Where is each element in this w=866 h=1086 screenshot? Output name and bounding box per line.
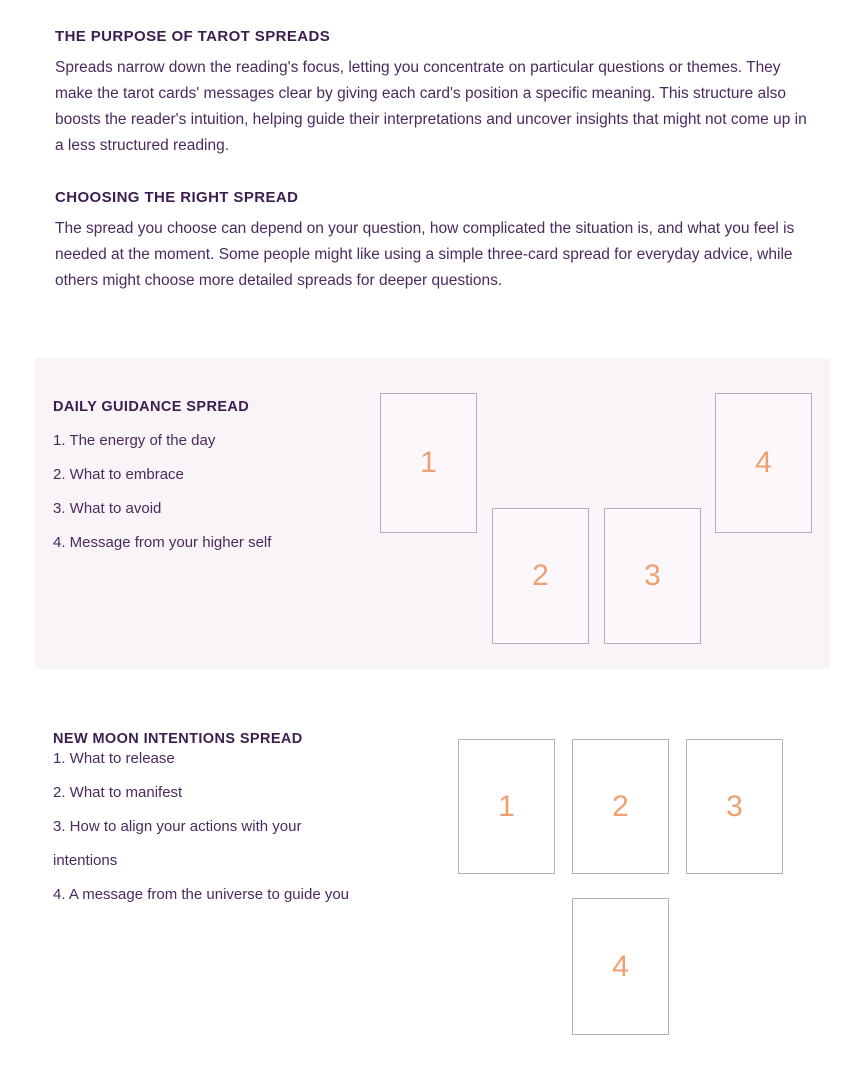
spread-position-item: 4. Message from your higher self (53, 534, 272, 551)
tarot-card-number: 4 (755, 446, 772, 479)
spread-position-item: 4. A message from the universe to guide … (53, 886, 350, 903)
tarot-card-number: 2 (532, 559, 549, 592)
tarot-card-slot-2[interactable]: 2 (572, 739, 669, 874)
tarot-card-slot-1[interactable]: 1 (380, 393, 477, 533)
spread-section-new-moon-intentions: NEW MOON INTENTIONS SPREAD 1. What to re… (35, 690, 830, 1070)
intro-text-block: THE PURPOSE OF TAROT SPREADS Spreads nar… (55, 28, 815, 294)
tarot-card-slot-4[interactable]: 4 (572, 898, 669, 1035)
spread-position-item: 2. What to manifest (53, 784, 183, 801)
tarot-card-slot-3[interactable]: 3 (686, 739, 783, 874)
spread-position-item: 3. How to align your actions with your i… (53, 818, 302, 869)
spread-position-item: 1. The energy of the day (53, 432, 216, 449)
spread-position-item: 3. What to avoid (53, 500, 162, 517)
tarot-card-number: 2 (612, 789, 629, 823)
section-heading-purpose: THE PURPOSE OF TAROT SPREADS (55, 28, 331, 45)
section-paragraph-purpose: Spreads narrow down the reading's focus,… (55, 59, 807, 154)
spread-position-item: 2. What to embrace (53, 466, 184, 483)
tarot-card-number: 3 (644, 559, 661, 592)
spread-position-list-daily-guidance: 1. The energy of the day 2. What to embr… (53, 424, 353, 560)
tarot-card-number: 4 (612, 949, 629, 983)
section-heading-choosing: CHOOSING THE RIGHT SPREAD (55, 189, 299, 206)
tarot-card-slot-4[interactable]: 4 (715, 393, 812, 533)
tarot-card-slot-2[interactable]: 2 (492, 508, 589, 644)
spread-position-item: 1. What to release (53, 750, 175, 767)
tarot-card-number: 1 (498, 789, 515, 823)
spread-title-daily-guidance: DAILY GUIDANCE SPREAD (53, 398, 250, 415)
document-page: THE PURPOSE OF TAROT SPREADS Spreads nar… (0, 0, 866, 1086)
tarot-card-slot-3[interactable]: 3 (604, 508, 701, 644)
tarot-card-number: 3 (726, 789, 743, 823)
tarot-card-slot-1[interactable]: 1 (458, 739, 555, 874)
spread-section-daily-guidance: DAILY GUIDANCE SPREAD 1. The energy of t… (35, 358, 830, 669)
section-paragraph-choosing: The spread you choose can depend on your… (55, 220, 795, 289)
tarot-card-number: 1 (420, 446, 437, 479)
spread-position-list-new-moon-intentions: 1. What to release 2. What to manifest 3… (53, 742, 353, 912)
